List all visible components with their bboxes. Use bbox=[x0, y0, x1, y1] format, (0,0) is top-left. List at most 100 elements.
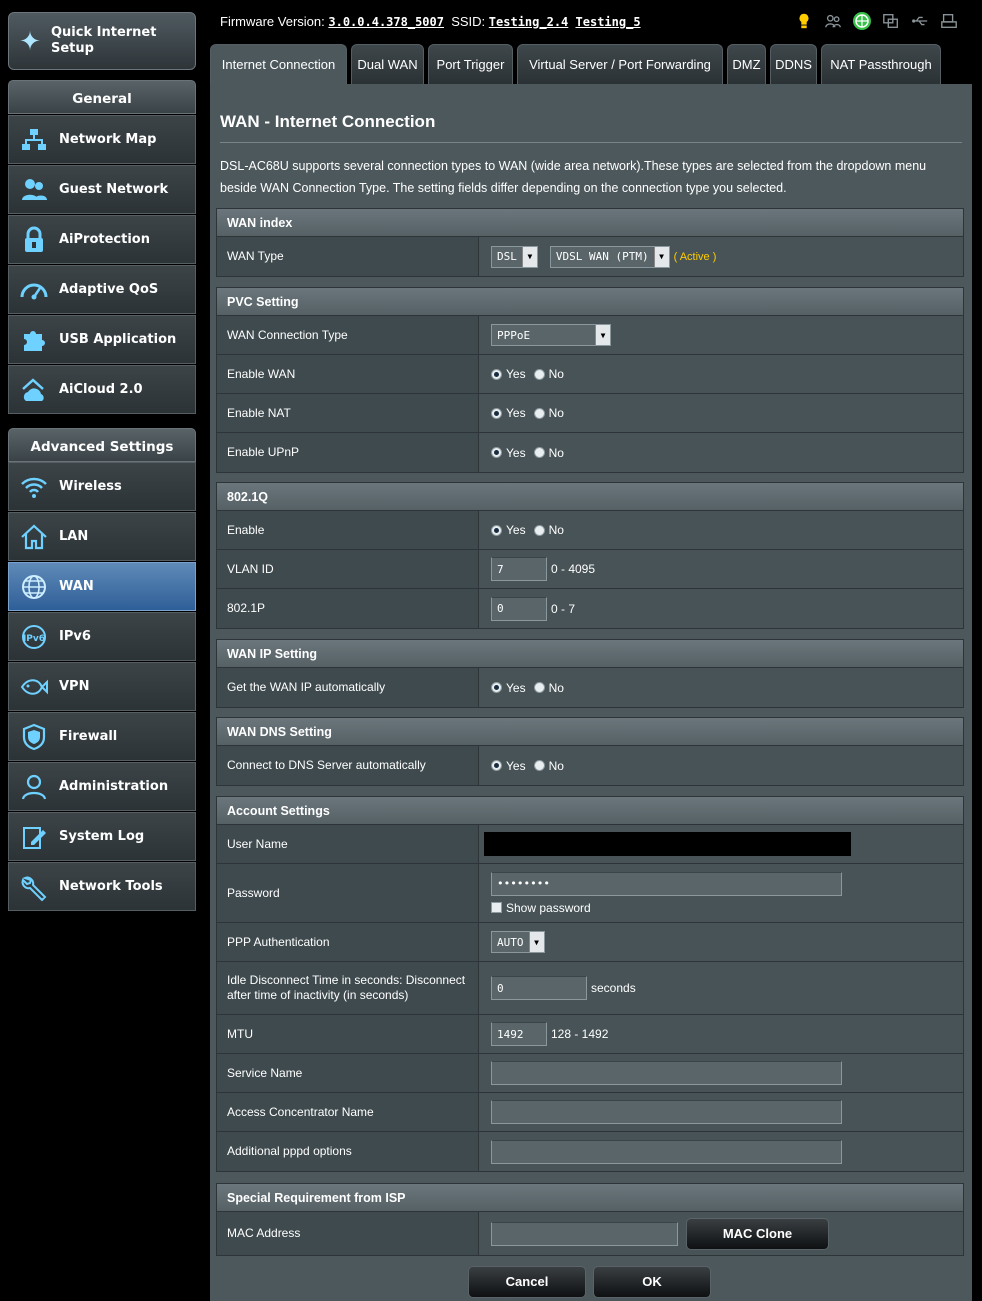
enable-upnp-no[interactable]: No bbox=[533, 446, 564, 460]
sidebar-item-label: LAN bbox=[59, 529, 89, 544]
wan-mode-select[interactable]: VDSL WAN (PTM) ▼ bbox=[549, 245, 670, 268]
pppd-options-input[interactable] bbox=[491, 1139, 842, 1164]
service-name-input[interactable] bbox=[491, 1061, 842, 1085]
wan-dns-section: WAN DNS Setting Connect to DNS Server au… bbox=[216, 717, 964, 786]
shield-icon bbox=[9, 722, 59, 752]
ssid-link-2[interactable]: Testing_5 bbox=[576, 15, 641, 29]
tab-ddns[interactable]: DDNS bbox=[770, 44, 817, 84]
enable-upnp-row: Enable UPnP Yes No bbox=[217, 433, 963, 472]
mac-address-label: MAC Address bbox=[217, 1212, 479, 1255]
show-password-checkbox[interactable]: Show password bbox=[491, 901, 591, 915]
ok-button[interactable]: OK bbox=[593, 1266, 711, 1298]
sidebar-item-label: IPv6 bbox=[59, 629, 91, 644]
sidebar-item-aiprotection[interactable]: AiProtection bbox=[8, 215, 196, 264]
wan-connection-type-select[interactable]: PPPoE ▼ bbox=[491, 324, 611, 346]
log-edit-icon bbox=[9, 822, 59, 852]
sidebar-item-lan[interactable]: LAN bbox=[8, 512, 196, 561]
guest-users-icon bbox=[9, 175, 59, 205]
vlan-id-input[interactable]: 7 bbox=[491, 557, 547, 581]
usb-icon[interactable] bbox=[909, 11, 930, 31]
enable-wan-yes[interactable]: Yes bbox=[491, 367, 526, 381]
sidebar-item-adaptive-qos[interactable]: Adaptive QoS bbox=[8, 265, 196, 314]
main-panel: WAN - Internet Connection DSL-AC68U supp… bbox=[210, 84, 972, 1301]
sidebar-item-wan[interactable]: WAN bbox=[8, 562, 196, 611]
ac-name-row: Access Concentrator Name bbox=[217, 1093, 963, 1132]
wan-ip-auto-no[interactable]: No bbox=[533, 681, 564, 695]
firmware-label: Firmware Version: bbox=[220, 14, 325, 29]
sidebar-item-system-log[interactable]: System Log bbox=[8, 812, 196, 861]
dot1q-enable-yes[interactable]: Yes bbox=[491, 523, 526, 537]
cancel-button[interactable]: Cancel bbox=[468, 1266, 586, 1298]
tab-dmz[interactable]: DMZ bbox=[727, 44, 766, 84]
mac-address-input[interactable] bbox=[491, 1221, 678, 1246]
ppp-auth-select[interactable]: AUTO ▼ bbox=[491, 931, 545, 953]
section-header: WAN index bbox=[217, 209, 963, 237]
enable-wan-no[interactable]: No bbox=[533, 367, 564, 381]
dns-auto-no[interactable]: No bbox=[533, 758, 564, 773]
checkbox-box bbox=[491, 902, 502, 913]
quick-internet-setup-button[interactable]: ✦ Quick Internet Setup bbox=[8, 12, 196, 70]
dot1q-enable-no[interactable]: No bbox=[533, 523, 564, 537]
dns-auto-yes[interactable]: Yes bbox=[491, 759, 526, 773]
sidebar-item-aicloud[interactable]: AiCloud 2.0 bbox=[8, 365, 196, 414]
mtu-input[interactable]: 1492 bbox=[491, 1022, 547, 1046]
mac-address-row: MAC Address MAC Clone bbox=[217, 1212, 963, 1255]
wan-ip-auto-yes[interactable]: Yes bbox=[491, 681, 526, 695]
username-row: User Name bbox=[217, 825, 963, 864]
enable-nat-yes[interactable]: Yes bbox=[491, 406, 526, 420]
show-password-label: Show password bbox=[506, 900, 591, 915]
network-map-icon bbox=[9, 125, 59, 155]
chevron-down-icon: ▼ bbox=[653, 246, 669, 267]
sidebar-item-network-map[interactable]: Network Map bbox=[8, 115, 196, 164]
sidebar-item-vpn[interactable]: VPN bbox=[8, 662, 196, 711]
sidebar-item-ipv6[interactable]: IPv6 IPv6 bbox=[8, 612, 196, 661]
idle-disconnect-input[interactable]: 0 bbox=[491, 976, 587, 1000]
wan-type-label: WAN Type bbox=[217, 237, 479, 276]
ssid-link-1[interactable]: Testing_2.4 bbox=[489, 15, 568, 29]
clients-icon[interactable] bbox=[822, 11, 843, 31]
ssid-label: SSID: bbox=[451, 14, 486, 29]
dns-auto-row: Connect to DNS Server automatically Yes … bbox=[217, 746, 963, 785]
username-input-redacted[interactable] bbox=[484, 832, 851, 856]
printer-icon[interactable] bbox=[938, 11, 959, 31]
sidebar-item-administration[interactable]: Administration bbox=[8, 762, 196, 811]
firmware-version-link[interactable]: 3.0.0.4.378_5007 bbox=[328, 15, 444, 29]
enable-nat-no[interactable]: No bbox=[533, 406, 564, 420]
dot1p-input[interactable]: 0 bbox=[491, 596, 547, 621]
sidebar-item-network-tools[interactable]: Network Tools bbox=[8, 862, 196, 911]
wrench-icon bbox=[9, 872, 59, 902]
tab-dual-wan[interactable]: Dual WAN bbox=[351, 44, 424, 84]
admin-user-icon bbox=[9, 772, 59, 802]
title-divider bbox=[220, 142, 962, 143]
copy-windows-icon[interactable] bbox=[880, 11, 901, 31]
password-input[interactable]: •••••••• bbox=[491, 871, 842, 896]
service-name-label: Service Name bbox=[217, 1054, 479, 1092]
tab-port-trigger[interactable]: Port Trigger bbox=[428, 44, 513, 84]
pvc-setting-section: PVC Setting WAN Connection Type PPPoE ▼ … bbox=[216, 287, 964, 473]
section-header: 802.1Q bbox=[217, 483, 963, 511]
enable-upnp-yes[interactable]: Yes bbox=[491, 446, 526, 460]
ipv6-globe-icon: IPv6 bbox=[9, 622, 59, 652]
mac-clone-button[interactable]: MAC Clone bbox=[686, 1217, 829, 1250]
password-label: Password bbox=[217, 864, 479, 922]
tab-internet-connection[interactable]: Internet Connection bbox=[210, 44, 347, 84]
tab-virtual-server[interactable]: Virtual Server / Port Forwarding bbox=[517, 44, 723, 84]
sidebar-item-guest-network[interactable]: Guest Network bbox=[8, 165, 196, 214]
sidebar-item-firewall[interactable]: Firewall bbox=[8, 712, 196, 761]
sidebar-item-wireless[interactable]: Wireless bbox=[8, 462, 196, 511]
internet-status-icon[interactable] bbox=[851, 11, 872, 31]
sidebar-item-label: AiProtection bbox=[59, 232, 150, 247]
wan-type-select[interactable]: DSL ▼ bbox=[491, 245, 538, 268]
sidebar-item-usb-application[interactable]: USB Application bbox=[8, 315, 196, 364]
isp-requirement-section: Special Requirement from ISP MAC Address… bbox=[216, 1183, 964, 1256]
ac-name-input[interactable] bbox=[491, 1100, 842, 1124]
tab-nat-passthrough[interactable]: NAT Passthrough bbox=[821, 44, 941, 84]
sidebar-item-label: Network Tools bbox=[59, 879, 163, 894]
radio-label: No bbox=[548, 758, 564, 773]
vlan-id-range: 0 - 4095 bbox=[551, 562, 596, 576]
page-description: DSL-AC68U supports several connection ty… bbox=[220, 159, 927, 195]
bulb-icon[interactable] bbox=[793, 11, 814, 31]
radio-label: No bbox=[548, 406, 564, 420]
radio-label: No bbox=[548, 523, 564, 537]
wan-ip-auto-row: Get the WAN IP automatically Yes No bbox=[217, 668, 963, 707]
